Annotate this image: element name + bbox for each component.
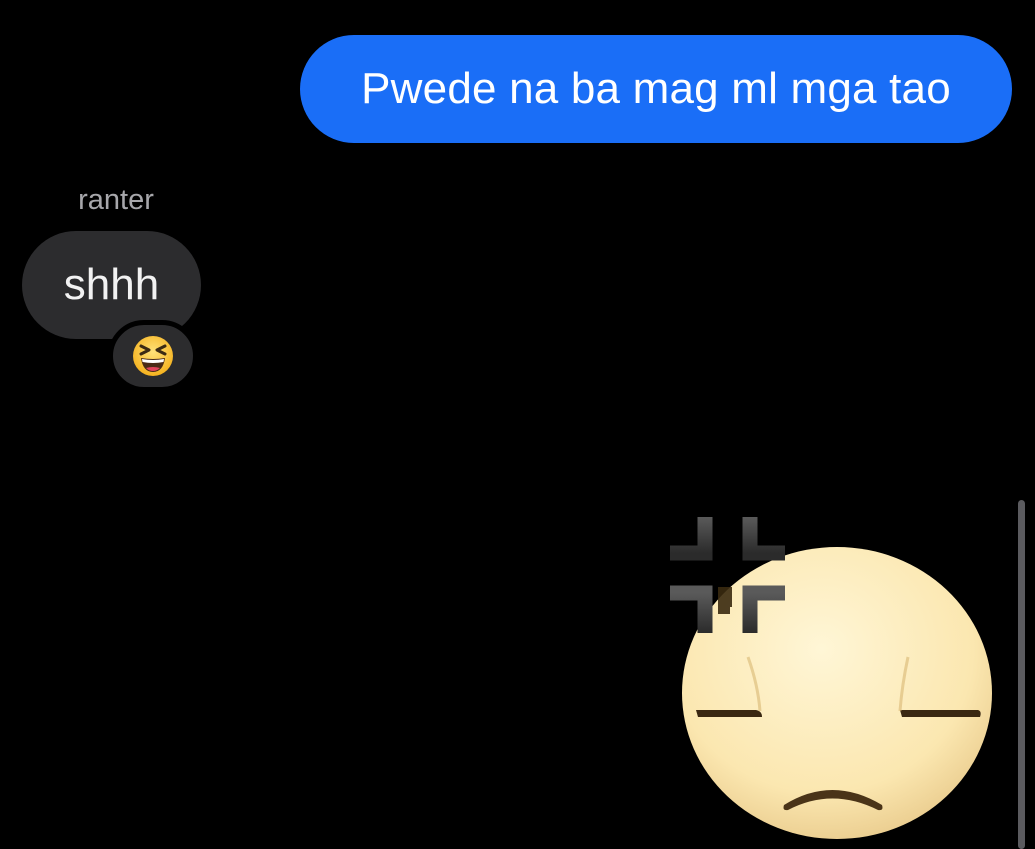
outgoing-message-text: Pwede na ba mag ml mga tao <box>361 64 951 113</box>
chat-screen: Pwede na ba mag ml mga tao ranter shhh <box>0 0 1035 849</box>
sender-name: ranter <box>78 184 154 216</box>
annoyed-face-with-anger-symbol-icon[interactable] <box>660 505 1005 849</box>
incoming-message-text: shhh <box>63 260 160 309</box>
message-reaction[interactable] <box>108 320 198 392</box>
scroll-indicator[interactable] <box>1018 500 1025 849</box>
grinning-squinting-face-icon <box>133 336 173 376</box>
outgoing-message-bubble[interactable]: Pwede na ba mag ml mga tao <box>300 35 1012 143</box>
